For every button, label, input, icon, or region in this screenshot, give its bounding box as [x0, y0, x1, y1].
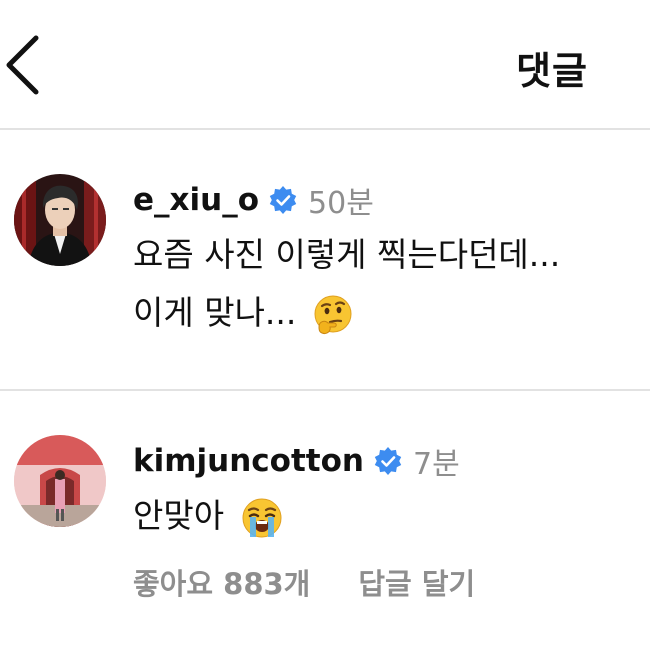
verified-badge-icon: [374, 447, 402, 475]
comment-text: 요즘 사진 이렇게 찍는다던데... 이게 맞나...: [133, 226, 560, 342]
divider: [0, 389, 650, 391]
username[interactable]: e_xiu_o: [133, 182, 259, 218]
loudly-crying-face-emoji: [242, 498, 282, 537]
comment-meta: e_xiu_o 50분: [133, 178, 374, 222]
verified-badge-icon: [269, 186, 297, 214]
comment-text-line: 이게 맞나...: [133, 293, 297, 332]
avatar[interactable]: [14, 174, 106, 266]
comment-text-line: 요즘 사진 이렇게 찍는다던데...: [133, 235, 561, 274]
header-bar: 댓글: [0, 0, 650, 129]
reply-button[interactable]: 답글 달기: [358, 561, 475, 603]
comment-meta: kimjuncotton 7분: [133, 439, 460, 483]
divider: [0, 128, 650, 130]
thinking-face-emoji: [314, 295, 352, 334]
comment-text-line: 안맞아: [133, 496, 225, 535]
chevron-left-icon[interactable]: [0, 30, 50, 98]
timestamp: 7분: [413, 447, 460, 482]
comment-text: 안맞아: [133, 487, 285, 545]
avatar[interactable]: [14, 435, 106, 527]
timestamp: 50분: [308, 186, 374, 221]
comment-actions: 좋아요 883개 답글 달기: [133, 561, 475, 603]
likes-count-button[interactable]: 좋아요 883개: [133, 561, 310, 603]
page-title: 댓글: [516, 49, 588, 93]
username[interactable]: kimjuncotton: [133, 443, 364, 479]
